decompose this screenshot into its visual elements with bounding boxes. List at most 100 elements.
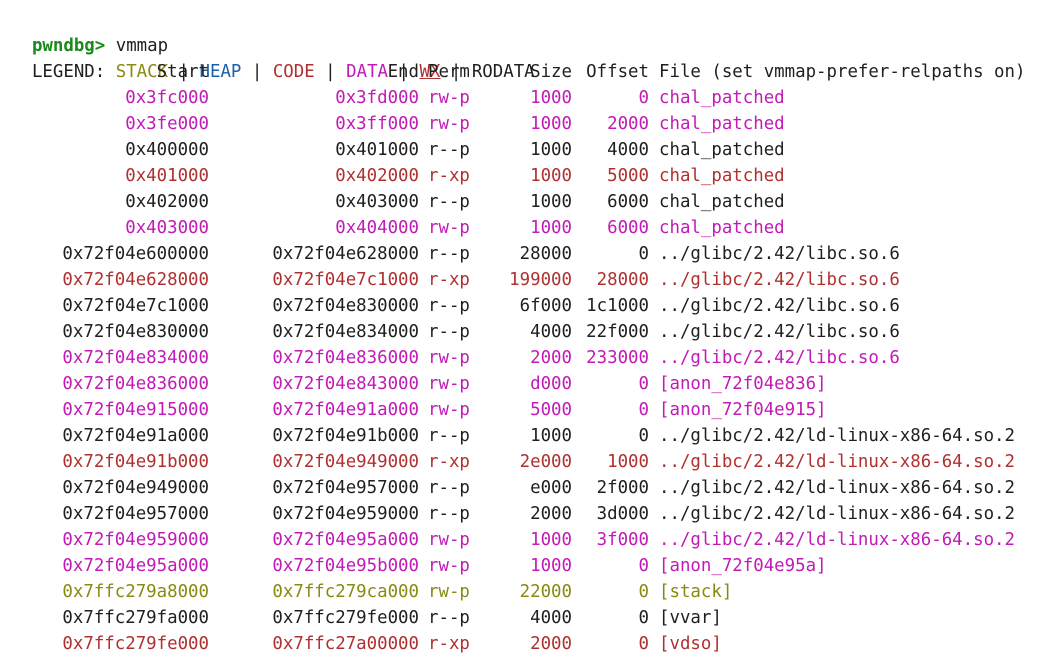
row-offset: 0 — [638, 634, 649, 654]
row-size: 1000 — [530, 114, 572, 134]
header-file: File (set vmmap-prefer-relpaths on) — [659, 62, 1026, 82]
row-perm: rw-p — [428, 218, 470, 238]
header-offset: Offset — [586, 62, 649, 82]
row-start: 0x7ffc279fe000 — [62, 634, 209, 654]
row-file: ../glibc/2.42/ld-linux-x86-64.so.2 — [659, 478, 1015, 498]
row-start: 0x7ffc279fa000 — [62, 608, 209, 628]
row-size: 1000 — [530, 88, 572, 108]
row-file: [anon_72f04e915] — [659, 400, 827, 420]
row-file: ../glibc/2.42/ld-linux-x86-64.so.2 — [659, 504, 1015, 524]
table-row: 0x72f04e91a000 0x72f04e91b000 r--p 1000 0 ../… — [0, 423, 1060, 449]
row-end: 0x72f04e7c1000 — [272, 270, 419, 290]
row-size: 4000 — [530, 608, 572, 628]
table-row: 0x72f04e7c1000 0x72f04e830000 r--p 6f000 1c1… — [0, 293, 1060, 319]
row-offset: 22f000 — [586, 322, 649, 342]
row-perm: r-xp — [428, 166, 470, 186]
row-perm: rw-p — [428, 530, 470, 550]
row-offset: 0 — [638, 426, 649, 446]
row-perm: r--p — [428, 140, 470, 160]
row-offset: 6000 — [607, 192, 649, 212]
row-size: 1000 — [530, 556, 572, 576]
row-size: 4000 — [530, 322, 572, 342]
row-file: [vdso] — [659, 634, 722, 654]
row-start: 0x72f04e915000 — [62, 400, 209, 420]
row-end: 0x72f04e628000 — [272, 244, 419, 264]
row-size: 1000 — [530, 140, 572, 160]
row-size: 1000 — [530, 530, 572, 550]
row-file: ../glibc/2.42/libc.so.6 — [659, 322, 900, 342]
row-size: 28000 — [519, 244, 572, 264]
row-size: 1000 — [530, 192, 572, 212]
row-file: ../glibc/2.42/libc.so.6 — [659, 270, 900, 290]
row-size: 199000 — [509, 270, 572, 290]
row-file: ../glibc/2.42/libc.so.6 — [659, 296, 900, 316]
row-end: 0x72f04e843000 — [272, 374, 419, 394]
row-end: 0x72f04e959000 — [272, 504, 419, 524]
row-start: 0x72f04e830000 — [62, 322, 209, 342]
row-start: 0x401000 — [125, 166, 209, 186]
row-end: 0x401000 — [335, 140, 419, 160]
legend-line: LEGEND: STACK | HEAP | CODE | DATA | WX … — [11, 33, 535, 82]
table-row: 0x72f04e95a000 0x72f04e95b000 rw-p 1000 0 [an… — [0, 553, 1060, 579]
row-end: 0x72f04e95a000 — [272, 530, 419, 550]
header-size: Size — [530, 62, 572, 82]
table-row: 0x72f04e915000 0x72f04e91a000 rw-p 5000 0 [an… — [0, 397, 1060, 423]
row-file: chal_patched — [659, 140, 785, 160]
table-row: 0x72f04e949000 0x72f04e957000 r--p e000 2f00… — [0, 475, 1060, 501]
row-start: 0x72f04e91b000 — [62, 452, 209, 472]
row-start: 0x403000 — [125, 218, 209, 238]
row-start: 0x72f04e959000 — [62, 530, 209, 550]
row-end: 0x72f04e91a000 — [272, 400, 419, 420]
table-row: 0x72f04e91b000 0x72f04e949000 r-xp 2e000 100… — [0, 449, 1060, 475]
table-row: 0x7ffc279fa000 0x7ffc279fe000 r--p 4000 0 [vv… — [0, 605, 1060, 631]
table-row: 0x72f04e834000 0x72f04e836000 rw-p 2000 2330… — [0, 345, 1060, 371]
row-size: 6f000 — [519, 296, 572, 316]
row-offset: 5000 — [607, 166, 649, 186]
row-start: 0x400000 — [125, 140, 209, 160]
row-end: 0x404000 — [335, 218, 419, 238]
table-row: 0x72f04e836000 0x72f04e843000 rw-p d000 0 [an… — [0, 371, 1060, 397]
row-perm: r--p — [428, 478, 470, 498]
row-start: 0x72f04e600000 — [62, 244, 209, 264]
row-end: 0x402000 — [335, 166, 419, 186]
row-size: 2000 — [530, 504, 572, 524]
row-perm: r--p — [428, 244, 470, 264]
row-start: 0x72f04e957000 — [62, 504, 209, 524]
row-offset: 6000 — [607, 218, 649, 238]
row-perm: r--p — [428, 192, 470, 212]
row-end: 0x72f04e91b000 — [272, 426, 419, 446]
row-start: 0x72f04e95a000 — [62, 556, 209, 576]
row-size: e000 — [530, 478, 572, 498]
table-row: 0x401000 0x402000 r-xp 1000 5000 chal_patched — [0, 163, 1060, 189]
row-file: chal_patched — [659, 192, 785, 212]
row-perm: rw-p — [428, 114, 470, 134]
table-row: 0x72f04e957000 0x72f04e959000 r--p 2000 3d00… — [0, 501, 1060, 527]
row-size: 1000 — [530, 218, 572, 238]
row-start: 0x72f04e7c1000 — [62, 296, 209, 316]
row-offset: 2000 — [607, 114, 649, 134]
row-size: 2000 — [530, 348, 572, 368]
row-offset: 0 — [638, 400, 649, 420]
row-start: 0x72f04e91a000 — [62, 426, 209, 446]
table-row: 0x400000 0x401000 r--p 1000 4000 chal_patched — [0, 137, 1060, 163]
header-start: Start — [156, 62, 209, 82]
row-perm: rw-p — [428, 88, 470, 108]
row-offset: 0 — [638, 608, 649, 628]
row-file: ../glibc/2.42/libc.so.6 — [659, 244, 900, 264]
table-row: 0x72f04e959000 0x72f04e95a000 rw-p 1000 3f00… — [0, 527, 1060, 553]
row-end: 0x72f04e830000 — [272, 296, 419, 316]
row-start: 0x72f04e836000 — [62, 374, 209, 394]
row-perm: r-xp — [428, 270, 470, 290]
header-perm: Perm — [428, 62, 470, 82]
row-size: 1000 — [530, 166, 572, 186]
row-perm: r-xp — [428, 634, 470, 654]
row-size: 1000 — [530, 426, 572, 446]
row-offset: 233000 — [586, 348, 649, 368]
row-perm: r--p — [428, 426, 470, 446]
table-row: 0x72f04e628000 0x72f04e7c1000 r-xp 199000 28… — [0, 267, 1060, 293]
row-offset: 3d000 — [596, 504, 649, 524]
table-row: 0x7ffc279fe000 0x7ffc27a00000 r-xp 2000 0 [vd… — [0, 631, 1060, 657]
row-file: [anon_72f04e836] — [659, 374, 827, 394]
row-file: chal_patched — [659, 218, 785, 238]
row-start: 0x3fc000 — [125, 88, 209, 108]
